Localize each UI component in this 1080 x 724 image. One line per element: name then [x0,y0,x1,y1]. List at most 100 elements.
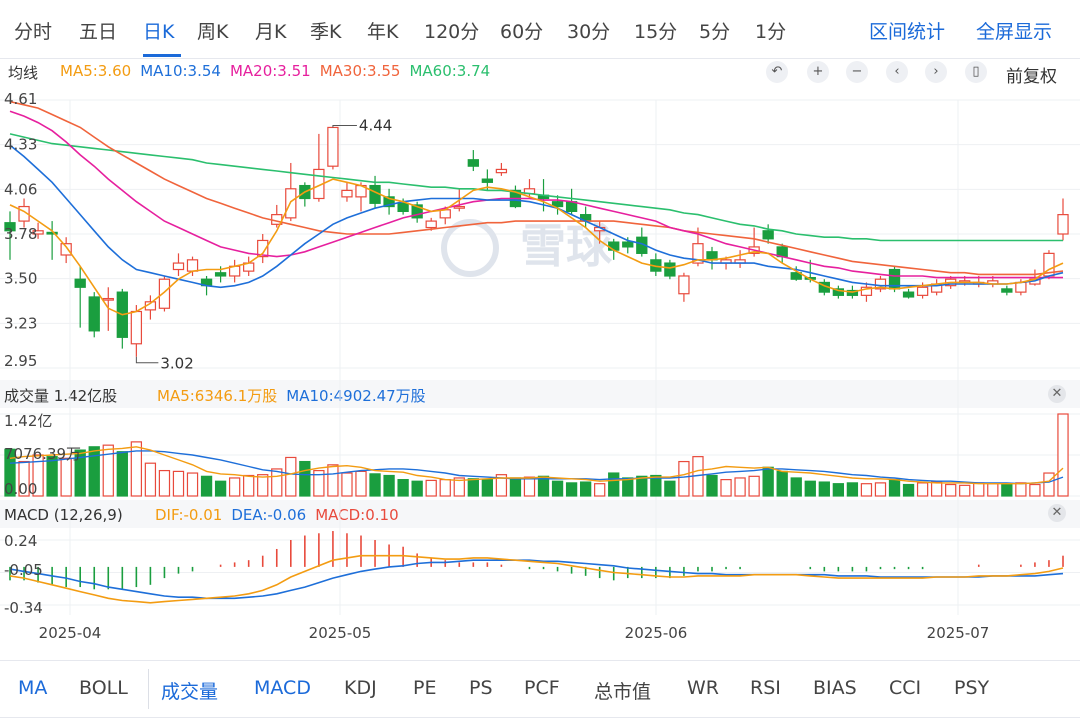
indicator-tab-macd[interactable]: MACD [254,677,311,699]
indicator-tab-x-8[interactable]: 总市值 [594,677,651,704]
volume-bar [916,482,929,497]
volume-bar [594,483,606,497]
candle-body [664,262,676,277]
dea-line [9,559,1064,600]
volume-bar [271,468,283,497]
candle-body [88,296,100,332]
volume-bar [355,470,367,497]
volume-bar [186,472,199,497]
volume-bar [327,464,339,497]
candle-body [467,159,479,167]
date-tick-label: 2025-06 [625,624,688,642]
volume-bar [608,472,620,497]
volume-tick-label: 1.42亿 [4,412,52,430]
volume-bar [425,479,437,497]
volume-bar [467,478,479,497]
indicator-tab-cci[interactable]: CCI [889,677,921,699]
volume-bar [341,472,353,497]
volume-bar [579,481,592,497]
date-tick-label: 2025-04 [39,624,102,642]
macd-tick-label: -0.05 [4,561,43,579]
date-tick-label: 2025-05 [309,624,372,642]
volume-bar [257,474,269,497]
indicator-tab-wr[interactable]: WR [687,677,719,699]
volume-bar [200,475,213,497]
volume-bar [214,480,227,497]
volume-bar [832,483,845,497]
volume-bar [1029,483,1041,497]
volume-bar [243,474,255,497]
volume-bar [945,483,957,497]
candle-body [60,243,72,256]
volume-bar [706,474,718,497]
indicator-tab-x-2[interactable]: 成交量 [161,677,218,704]
candle-body [495,168,508,174]
volume-bar [860,483,873,497]
indicator-tab-ma[interactable]: MA [18,677,47,699]
candle-body [425,220,437,229]
volume-tick-label: 0.00 [4,480,37,498]
volume-bar [383,474,395,497]
price-tick-label: 3.23 [4,314,37,332]
indicator-tab-bias[interactable]: BIAS [813,677,857,699]
indicator-tab-psy[interactable]: PSY [954,677,989,699]
date-tick-label: 2025-07 [927,624,990,642]
volume-bar [776,470,788,497]
indicator-tab-kdj[interactable]: KDJ [344,677,377,699]
candle-body [172,262,185,271]
volume-bar [959,484,971,497]
candle-body [902,291,915,298]
volume-bar [930,481,943,497]
candle-body [130,310,143,345]
volume-bar [818,481,830,497]
volume-bar [902,483,915,497]
volume-bar [172,470,185,497]
volume-bar [804,480,816,497]
volume-bar [285,456,297,497]
volume-bar [565,482,578,497]
price-tick-label: 4.61 [4,90,37,108]
volume-bar [299,460,311,497]
volume-bar [60,457,72,497]
candle-body [214,272,227,277]
kline-chart[interactable]: 雪球4.443.024.614.334.063.783.503.232.951.… [0,0,1080,660]
indicator-tab-pe[interactable]: PE [413,677,436,699]
indicator-tab-boll[interactable]: BOLL [79,677,128,699]
volume-bar [481,479,494,497]
candle-body [186,259,199,272]
volume-bar [116,451,128,497]
volume-bar [102,444,114,497]
volume-bar [973,482,985,497]
volume-bar [523,476,536,497]
volume-bar [397,479,409,497]
high-price-label: 4.44 [359,116,392,134]
volume-bar [1057,413,1069,497]
volume-bar [636,475,648,497]
indicator-tab-ps[interactable]: PS [469,677,493,699]
indicator-tab-pcf[interactable]: PCF [524,677,560,699]
volume-bar [1001,483,1013,497]
volume-bar [88,446,100,497]
indicator-tab-rsi[interactable]: RSI [750,677,781,699]
volume-bar [509,477,522,497]
volume-bar [748,475,760,497]
volume-bar [1015,482,1027,497]
candle-body [453,205,465,209]
volume-bar [888,479,901,497]
volume-bar [158,469,171,497]
candle-body [1057,214,1069,235]
volume-bar [622,477,634,497]
candle-body [1015,281,1027,293]
candle-body [1001,288,1013,293]
price-tick-label: 3.78 [4,225,37,243]
candle-body [74,278,86,288]
volume-bar [551,480,564,497]
volume-bar [369,473,381,497]
volume-bar [664,480,676,497]
volume-tick-label: 7076.39万 [4,445,81,463]
volume-bar [144,462,157,497]
volume-bar [439,479,451,497]
price-axis: 4.61 4.33 4.06 3.78 3.50 3.23 2.95 [4,90,37,370]
volume-bar [411,480,423,497]
price-tick-label: 4.06 [4,180,37,198]
